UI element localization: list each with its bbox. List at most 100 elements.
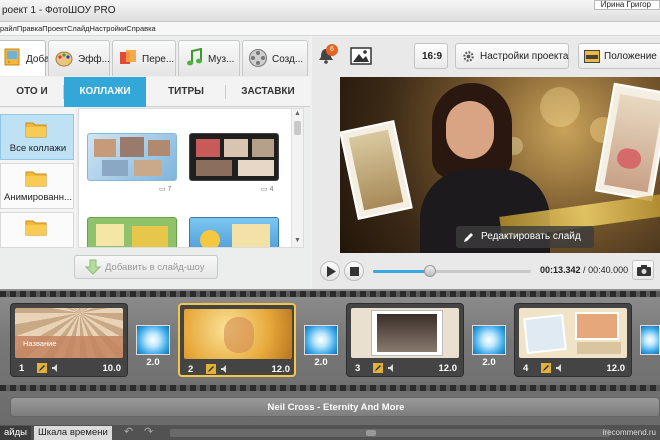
tab-create[interactable]: Созд... xyxy=(242,40,308,76)
title-bar: роект 1 - ФотоШОУ PRO Ирина Григор xyxy=(0,0,660,22)
collage-thumb-1[interactable] xyxy=(87,133,177,181)
time-separator: / xyxy=(580,265,589,275)
gear-icon xyxy=(463,51,474,62)
slide-2[interactable]: 2 12.0 xyxy=(178,303,296,377)
preview-panel: 6 16:9 Настройки проекта Положение сл xyxy=(312,37,660,289)
scrollbar-thumb[interactable] xyxy=(294,121,301,135)
slide-preview[interactable]: Редактировать слайд xyxy=(340,77,660,253)
sound-icon[interactable] xyxy=(387,363,397,373)
stop-button[interactable] xyxy=(344,261,364,281)
music-track[interactable]: Neil Cross - Eternity And More xyxy=(10,397,660,417)
total-time: 00:40.000 xyxy=(588,265,629,275)
slide-4-number: 4 xyxy=(523,363,529,374)
film-sprockets-bottom xyxy=(0,385,660,391)
undo-icon[interactable]: ↶ xyxy=(124,426,138,438)
notification-badge: 6 xyxy=(326,44,338,56)
subtab-intros[interactable]: ЗАСТАВКИ xyxy=(226,77,310,107)
transition-4[interactable] xyxy=(640,325,660,373)
progress-handle[interactable] xyxy=(423,265,436,277)
slide-1[interactable]: Название 1 10.0 xyxy=(10,303,128,377)
picture-icon[interactable] xyxy=(350,47,372,65)
transition-1[interactable]: 2.0 xyxy=(136,325,170,373)
scroll-down-icon[interactable]: ▼ xyxy=(294,237,301,244)
transition-3[interactable]: 2.0 xyxy=(472,325,506,373)
camera-icon xyxy=(637,265,651,276)
transition-4-preview xyxy=(640,325,660,355)
tab-add[interactable]: Доба... xyxy=(0,40,58,76)
tab-timeline[interactable]: Шкала времени xyxy=(34,426,112,440)
aspect-ratio-label: 16:9 xyxy=(422,51,443,62)
tab-transitions[interactable]: Пере... xyxy=(112,40,176,76)
tab-music[interactable]: Муз... xyxy=(178,40,240,76)
menu-file[interactable]: райл xyxy=(0,24,17,33)
subtab-collages[interactable]: КОЛЛАЖИ xyxy=(64,77,146,107)
portrait-face xyxy=(446,101,494,159)
gallery-scrollbar[interactable]: ▲ ▼ xyxy=(291,109,303,247)
play-button[interactable] xyxy=(320,261,340,281)
pencil-icon[interactable] xyxy=(206,364,216,374)
sound-icon[interactable] xyxy=(555,363,565,373)
project-settings-button[interactable]: Настройки проекта xyxy=(455,43,569,69)
menu-settings[interactable]: Настройки xyxy=(90,24,127,33)
slide-3-number: 3 xyxy=(355,363,361,374)
menu-slide[interactable]: Слайд xyxy=(67,24,90,33)
subtab-photo-video[interactable]: ОТО И ВИДЕО xyxy=(0,77,64,127)
music-note-icon xyxy=(187,48,202,66)
redo-icon[interactable]: ↷ xyxy=(144,426,158,438)
category-other[interactable] xyxy=(0,212,74,248)
category-all[interactable]: Все коллажи xyxy=(0,114,74,160)
snapshot-button[interactable] xyxy=(632,260,654,280)
add-to-slideshow-button[interactable]: Добавить в слайд-шоу xyxy=(74,255,218,279)
slide-position-button[interactable]: Положение сл xyxy=(578,43,660,69)
collage-thumb-4[interactable] xyxy=(189,217,279,247)
slide-1-duration: 10.0 xyxy=(102,363,122,374)
transition-1-preview xyxy=(136,325,170,355)
scroll-up-icon[interactable]: ▲ xyxy=(294,110,301,117)
category-all-label: Все коллажи xyxy=(9,143,67,154)
tab-effects[interactable]: Эфф... xyxy=(48,40,110,76)
sound-icon[interactable] xyxy=(220,364,230,374)
collage-gallery: ▭ 7 ▭ 4 ▲ ▼ xyxy=(78,108,304,248)
slide-1-thumbnail: Название xyxy=(15,308,123,358)
slide-4-thumbnail xyxy=(519,308,627,358)
pencil-icon[interactable] xyxy=(541,363,551,373)
edit-slide-button[interactable]: Редактировать слайд xyxy=(456,226,594,248)
collage-photo-count-2: ▭ 4 xyxy=(261,186,274,193)
slide-1-caption: Название xyxy=(23,339,57,348)
transition-2[interactable]: 2.0 xyxy=(304,325,338,373)
menu-edit[interactable]: Правка xyxy=(17,24,42,33)
add-photos-icon xyxy=(4,48,20,66)
collage-categories: Все коллажи Анимированн... xyxy=(0,108,76,248)
down-arrow-icon xyxy=(85,259,101,275)
slide-2-number: 2 xyxy=(188,364,194,375)
sound-icon[interactable] xyxy=(51,363,61,373)
slide-1-number: 1 xyxy=(19,363,25,374)
menu-project[interactable]: Проект xyxy=(42,24,67,33)
slide-4[interactable]: 4 12.0 xyxy=(514,303,632,377)
pencil-icon[interactable] xyxy=(373,363,383,373)
slide-3-bar: 3 12.0 xyxy=(347,360,463,376)
collage-thumb-2[interactable] xyxy=(189,133,279,181)
subtab-titles[interactable]: ТИТРЫ xyxy=(146,77,226,107)
add-to-slideshow-label: Добавить в слайд-шоу xyxy=(105,262,205,273)
menu-help[interactable]: Справка xyxy=(126,24,155,33)
transitions-icon xyxy=(120,50,136,64)
collage-thumb-3[interactable] xyxy=(87,217,177,247)
category-animated[interactable]: Анимированн... xyxy=(0,163,74,209)
playback-progress[interactable] xyxy=(373,265,531,277)
preview-toolbar: 6 16:9 Настройки проекта Положение сл xyxy=(312,37,660,75)
film-reel-icon xyxy=(249,49,267,67)
folder-icon xyxy=(25,220,47,236)
timeline-scrollbar[interactable] xyxy=(170,429,610,437)
transition-3-duration: 2.0 xyxy=(482,357,496,368)
slide-3[interactable]: 3 12.0 xyxy=(346,303,464,377)
subtab-collages-label: КОЛЛАЖИ xyxy=(79,86,131,97)
current-time: 00:13.342 xyxy=(540,265,581,275)
pencil-icon[interactable] xyxy=(37,363,47,373)
scrollbar-grip[interactable] xyxy=(366,430,376,436)
film-sprockets-top xyxy=(0,291,660,297)
tab-slides[interactable]: айды xyxy=(0,426,31,440)
effects-palette-icon xyxy=(55,51,73,67)
aspect-ratio-button[interactable]: 16:9 xyxy=(414,43,448,69)
main-tabs: Доба... Эфф... Пере... Муз... Созд... xyxy=(0,40,310,76)
